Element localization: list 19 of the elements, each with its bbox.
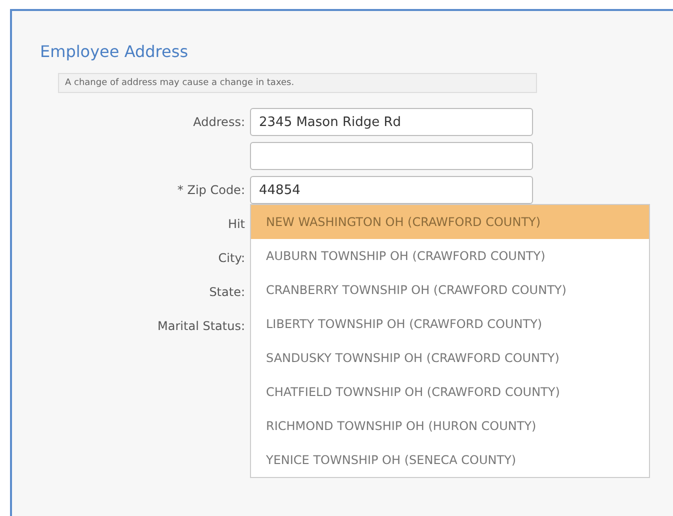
- suggestion-item[interactable]: AUBURN TOWNSHIP OH (CRAWFORD COUNTY): [251, 239, 649, 273]
- text-field[interactable]: 44854: [250, 176, 533, 204]
- suggestion-item[interactable]: SANDUSKY TOWNSHIP OH (CRAWFORD COUNTY): [251, 341, 649, 375]
- field-label: * Zip Code:: [177, 183, 245, 197]
- suggestion-item[interactable]: YENICE TOWNSHIP OH (SENECA COUNTY): [251, 443, 649, 477]
- suggestion-item[interactable]: CRANBERRY TOWNSHIP OH (CRAWFORD COUNTY): [251, 273, 649, 307]
- field-label: City:: [218, 251, 245, 265]
- field-label: Marital Status:: [158, 319, 245, 333]
- suggestion-item[interactable]: RICHMOND TOWNSHIP OH (HURON COUNTY): [251, 409, 649, 443]
- text-field[interactable]: [250, 142, 533, 170]
- section-title: Employee Address: [40, 42, 190, 61]
- suggestion-item[interactable]: NEW WASHINGTON OH (CRAWFORD COUNTY): [251, 205, 649, 239]
- suggestion-item[interactable]: CHATFIELD TOWNSHIP OH (CRAWFORD COUNTY): [251, 375, 649, 409]
- field-label: Address:: [193, 115, 245, 129]
- field-label: Hit: [228, 217, 245, 231]
- suggestion-item[interactable]: LIBERTY TOWNSHIP OH (CRAWFORD COUNTY): [251, 307, 649, 341]
- text-field[interactable]: 2345 Mason Ridge Rd: [250, 108, 533, 136]
- notice-text: A change of address may cause a change in taxes.: [58, 73, 537, 93]
- field-label: State:: [209, 285, 245, 299]
